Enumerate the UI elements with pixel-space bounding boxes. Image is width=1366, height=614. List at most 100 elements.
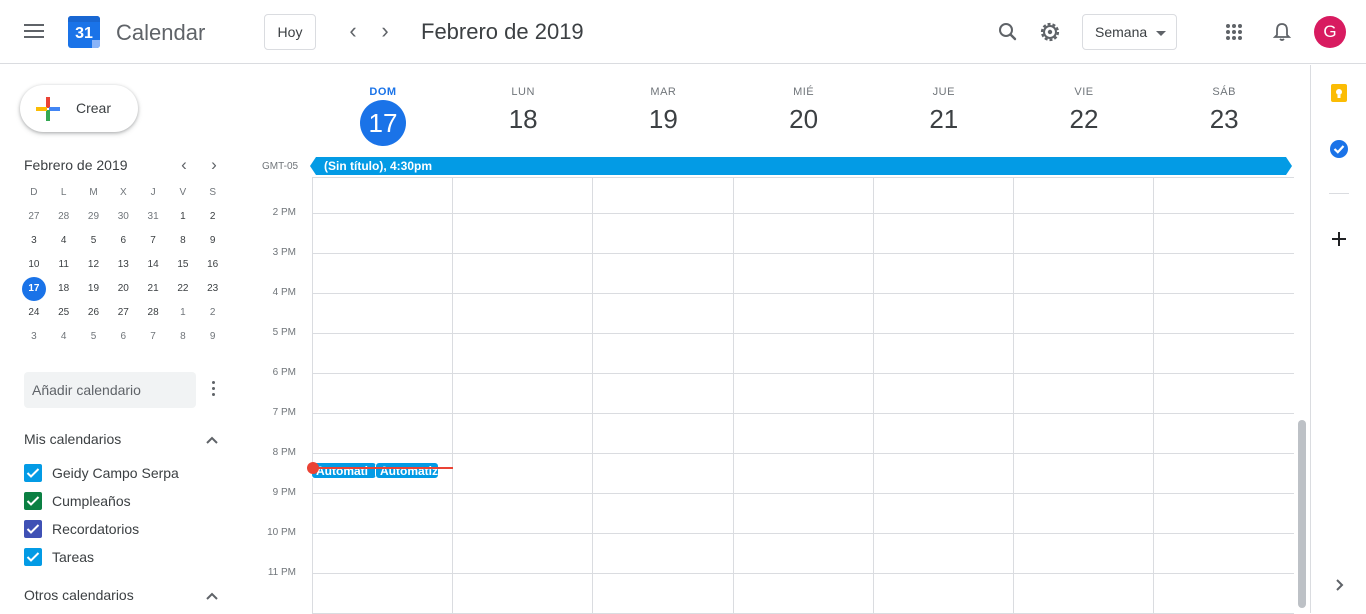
mini-day-cell[interactable]: 22 — [168, 277, 198, 301]
mini-day-cell[interactable]: 8 — [168, 229, 198, 253]
mini-day-cell[interactable]: 27 — [108, 301, 138, 325]
day-number[interactable]: 22 — [1014, 104, 1154, 135]
view-select[interactable]: Semana — [1082, 14, 1177, 50]
search-icon[interactable] — [994, 18, 1022, 46]
mini-day-cell[interactable]: 7 — [138, 229, 168, 253]
my-calendars-title[interactable]: Mis calendarios — [24, 431, 121, 447]
add-calendar-input[interactable]: Añadir calendario — [24, 372, 196, 408]
mini-day-cell[interactable]: 21 — [138, 277, 168, 301]
mini-next-month-button[interactable]: › — [204, 155, 224, 175]
mini-day-cell[interactable]: 11 — [49, 253, 79, 277]
mini-day-cell[interactable]: 30 — [108, 205, 138, 229]
day-header[interactable]: JUE 21 — [874, 65, 1014, 155]
plus-icon[interactable] — [1329, 229, 1349, 249]
chevron-up-icon[interactable] — [205, 589, 219, 603]
mini-day-cell[interactable]: 2 — [198, 301, 228, 325]
mini-day-cell[interactable]: 29 — [79, 205, 109, 229]
day-header[interactable]: LUN 18 — [453, 65, 593, 155]
mini-day-cell[interactable]: 14 — [138, 253, 168, 277]
calendar-item[interactable]: Geidy Campo Serpa — [24, 463, 224, 483]
today-button[interactable]: Hoy — [264, 14, 316, 50]
day-header[interactable]: MAR 19 — [593, 65, 733, 155]
day-number[interactable]: 23 — [1154, 104, 1294, 135]
calendar-item[interactable]: Tareas — [24, 547, 224, 567]
day-number[interactable]: 20 — [734, 104, 874, 135]
event-chip[interactable]: Automatiz — [375, 462, 439, 479]
mini-day-cell[interactable]: 3 — [19, 229, 49, 253]
keep-icon[interactable] — [1329, 83, 1349, 103]
mini-day-cell[interactable]: 9 — [198, 325, 228, 349]
day-header[interactable]: VIE 22 — [1014, 65, 1154, 155]
mini-day-cell[interactable]: 12 — [79, 253, 109, 277]
next-period-button[interactable]: › — [371, 18, 399, 46]
mini-weekday: V — [179, 187, 187, 198]
calendar-logo-icon[interactable]: 31 — [68, 16, 100, 48]
mini-day-cell[interactable]: 25 — [49, 301, 79, 325]
mini-day-cell[interactable]: 10 — [19, 253, 49, 277]
event-chip[interactable]: Automati — [311, 462, 377, 479]
day-number[interactable]: 21 — [874, 104, 1014, 135]
mini-day-cell[interactable]: 19 — [79, 277, 109, 301]
mini-day-cell[interactable]: 7 — [138, 325, 168, 349]
hamburger-icon[interactable] — [24, 24, 44, 40]
mini-day-cell[interactable]: 18 — [49, 277, 79, 301]
current-time-dot — [307, 462, 319, 474]
mini-day-cell[interactable]: 24 — [19, 301, 49, 325]
all-day-event[interactable]: (Sin título), 4:30pm — [310, 157, 1292, 175]
day-of-week-label: MIÉ — [793, 86, 815, 98]
other-calendars-title[interactable]: Otros calendarios — [24, 587, 134, 603]
mini-day-cell[interactable]: 27 — [19, 205, 49, 229]
checkbox-checked-icon[interactable] — [24, 464, 42, 482]
mini-day-cell[interactable]: 26 — [79, 301, 109, 325]
mini-day-cell[interactable]: 2 — [198, 205, 228, 229]
mini-day-cell[interactable]: 31 — [138, 205, 168, 229]
create-button[interactable]: Crear — [20, 85, 138, 132]
mini-day-cell[interactable]: 16 — [198, 253, 228, 277]
mini-day-cell[interactable]: 28 — [49, 205, 79, 229]
checkbox-checked-icon[interactable] — [24, 548, 42, 566]
chevron-up-icon[interactable] — [205, 433, 219, 447]
mini-day-cell[interactable]: 4 — [49, 325, 79, 349]
mini-day-cell[interactable]: 17 — [19, 277, 49, 301]
mini-day-cell[interactable]: 3 — [19, 325, 49, 349]
mini-day-cell[interactable]: 28 — [138, 301, 168, 325]
mini-day-cell[interactable]: 23 — [198, 277, 228, 301]
bell-icon[interactable] — [1268, 18, 1296, 46]
scrollbar-thumb[interactable] — [1298, 420, 1306, 608]
day-number[interactable]: 17 — [360, 100, 406, 146]
tasks-icon[interactable] — [1329, 139, 1349, 159]
mini-week-row: 27 28 29 30 31 1 2 — [19, 205, 228, 229]
mini-day-cell[interactable]: 1 — [168, 205, 198, 229]
checkbox-checked-icon[interactable] — [24, 520, 42, 538]
hour-gridline — [312, 573, 1294, 574]
mini-day-cell[interactable]: 15 — [168, 253, 198, 277]
mini-day-cell[interactable]: 9 — [198, 229, 228, 253]
day-header[interactable]: DOM 17 — [313, 65, 453, 155]
mini-day-cell[interactable]: 6 — [108, 229, 138, 253]
mini-day-cell[interactable]: 13 — [108, 253, 138, 277]
week-time-grid[interactable] — [312, 177, 1294, 614]
calendar-item[interactable]: Recordatorios — [24, 519, 224, 539]
day-number[interactable]: 18 — [453, 104, 593, 135]
mini-prev-month-button[interactable]: ‹ — [174, 155, 194, 175]
plus-multicolor-icon — [36, 97, 60, 121]
gear-icon[interactable] — [1036, 18, 1064, 46]
day-header[interactable]: MIÉ 20 — [734, 65, 874, 155]
app-title[interactable]: Calendar — [116, 20, 205, 46]
avatar[interactable]: G — [1314, 16, 1346, 48]
more-vert-icon[interactable] — [206, 379, 220, 401]
day-header[interactable]: SÁB 23 — [1154, 65, 1294, 155]
mini-day-cell[interactable]: 1 — [168, 301, 198, 325]
mini-day-cell[interactable]: 6 — [108, 325, 138, 349]
mini-day-cell[interactable]: 5 — [79, 229, 109, 253]
chevron-right-icon[interactable] — [1329, 575, 1349, 595]
apps-grid-icon[interactable] — [1220, 18, 1248, 46]
previous-period-button[interactable]: ‹ — [339, 18, 367, 46]
calendar-item[interactable]: Cumpleaños — [24, 491, 224, 511]
mini-day-cell[interactable]: 8 — [168, 325, 198, 349]
day-number[interactable]: 19 — [593, 104, 733, 135]
mini-day-cell[interactable]: 20 — [108, 277, 138, 301]
mini-day-cell[interactable]: 5 — [79, 325, 109, 349]
mini-day-cell[interactable]: 4 — [49, 229, 79, 253]
checkbox-checked-icon[interactable] — [24, 492, 42, 510]
